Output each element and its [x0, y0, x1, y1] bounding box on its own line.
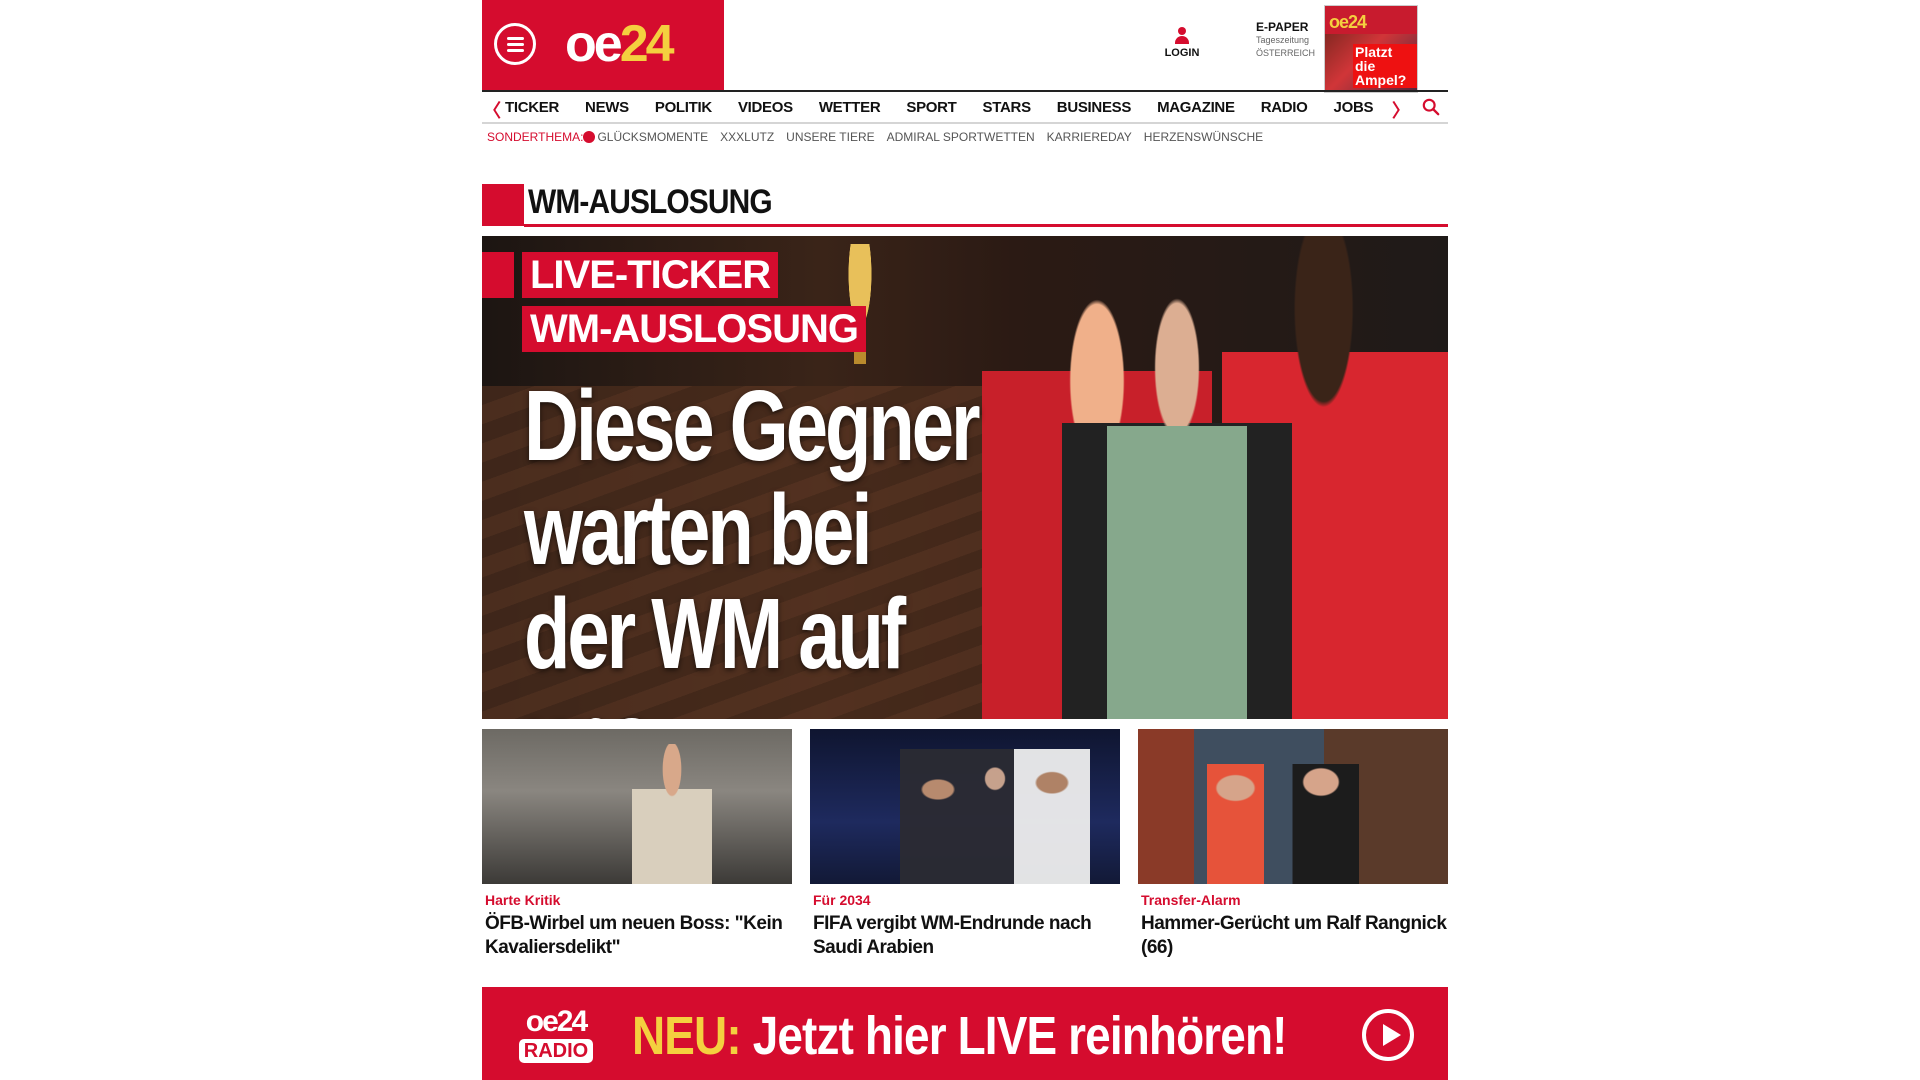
- nav-item-magazine[interactable]: MAGAZINE: [1157, 99, 1235, 116]
- nav-scroll-right-icon[interactable]: 〉: [1392, 97, 1410, 123]
- radio-logo-top: oe24: [525, 1005, 588, 1038]
- tag-marker: [482, 252, 514, 298]
- subnav: SONDERTHEMA: GLÜCKSMOMENTE XXXLUTZ UNSERE …: [487, 130, 1275, 144]
- radio-neu: NEU:: [632, 1006, 742, 1066]
- subnav-item[interactable]: GLÜCKSMOMENTE: [597, 130, 708, 144]
- hero-tag-topic: WM-AUSLOSUNG: [522, 306, 866, 352]
- play-icon[interactable]: [1362, 1009, 1414, 1061]
- article-title[interactable]: Hammer-Gerücht um Ralf Rangnick (66): [1138, 912, 1448, 960]
- hero-tag-live: LIVE-TICKER: [522, 252, 779, 298]
- subnav-item[interactable]: ADMIRAL SPORTWETTEN: [887, 130, 1035, 144]
- article-image[interactable]: [810, 729, 1120, 884]
- hero-headline-line: der WM auf uns: [524, 578, 906, 719]
- page: oe24 LOGIN E-PAPER Tageszeitung ÖSTERREI…: [482, 0, 1448, 1080]
- nav-item-radio[interactable]: RADIO: [1261, 99, 1308, 116]
- article-card[interactable]: Harte Kritik ÖFB-Wirbel um neuen Boss: "…: [482, 729, 792, 960]
- article-kicker: Für 2034: [813, 892, 871, 908]
- logo-24: 24: [619, 15, 675, 73]
- article-card[interactable]: Transfer-Alarm Hammer-Gerücht um Ralf Ra…: [1138, 729, 1448, 960]
- radio-logo-bottom: RADIO: [518, 1039, 594, 1063]
- menu-icon[interactable]: [494, 23, 536, 65]
- epaper-sub1: Tageszeitung: [1256, 35, 1310, 45]
- radio-cta-text: Jetzt hier LIVE reinhören!: [740, 1006, 1288, 1066]
- nav-item-sport[interactable]: SPORT: [906, 99, 956, 116]
- epaper-sub2: ÖSTERREICH: [1256, 48, 1316, 58]
- section-underline: [524, 224, 1448, 227]
- subnav-item[interactable]: HERZENSWÜNSCHE: [1144, 130, 1263, 144]
- epaper-link[interactable]: E-PAPER Tageszeitung ÖSTERREICH: [1256, 20, 1328, 60]
- hero-headline-line: Diese Gegner: [524, 370, 981, 482]
- article-image[interactable]: [482, 729, 792, 884]
- section-title: WM-AUSLOSUNG: [528, 183, 773, 221]
- heart-icon: [583, 131, 596, 143]
- search-icon[interactable]: [1422, 98, 1440, 116]
- section-marker: [482, 184, 524, 226]
- hero-headline: Diese Gegner warten bei der WM auf uns: [524, 374, 995, 719]
- nav-item-politik[interactable]: POLITIK: [655, 99, 712, 116]
- nav-item-news[interactable]: NEWS: [585, 99, 629, 116]
- hero-headline-line: warten bei: [524, 474, 873, 586]
- site-logo[interactable]: oe24: [565, 14, 675, 74]
- logo-box[interactable]: oe24: [482, 0, 724, 90]
- nav-item-jobs[interactable]: JOBS: [1334, 99, 1374, 116]
- subnav-item[interactable]: KARRIEREDAY: [1047, 130, 1132, 144]
- login-label: LOGIN: [1164, 47, 1200, 59]
- user-icon: [1174, 27, 1190, 47]
- subnav-item[interactable]: UNSERE TIERE: [786, 130, 874, 144]
- nav-list: TICKER NEWS POLITIK VIDEOS WETTER SPORT STARS B…: [505, 99, 1399, 116]
- subnav-items: GLÜCKSMOMENTE XXXLUTZ UNSERE TIERE ADMIRAL …: [597, 130, 1275, 144]
- nav-item-stars[interactable]: STARS: [983, 99, 1032, 116]
- subnav-label: SONDERTHEMA:: [487, 130, 584, 144]
- epaper-thumb-headline: Platzt die Ampel?: [1353, 44, 1417, 88]
- nav-scroll-left-icon[interactable]: 〈: [483, 97, 501, 123]
- epaper-thumbnail[interactable]: oe24 Platzt die Ampel?: [1324, 5, 1418, 93]
- article-kicker: Transfer-Alarm: [1141, 892, 1241, 908]
- radio-banner[interactable]: oe24 RADIO NEU: Jetzt hier LIVE reinhöre…: [482, 987, 1448, 1080]
- article-image[interactable]: [1138, 729, 1448, 884]
- article-kicker: Harte Kritik: [485, 892, 561, 908]
- login-button[interactable]: LOGIN: [1162, 27, 1202, 59]
- subnav-item[interactable]: XXXLUTZ: [720, 130, 774, 144]
- main-nav: 〈 TICKER NEWS POLITIK VIDEOS WETTER SPORT STAR…: [482, 90, 1448, 124]
- nav-item-videos[interactable]: VIDEOS: [738, 99, 793, 116]
- logo-oe: oe: [565, 15, 623, 73]
- article-card[interactable]: Für 2034 FIFA vergibt WM-Endrunde nach S…: [810, 729, 1120, 960]
- nav-item-wetter[interactable]: WETTER: [819, 99, 881, 116]
- nav-item-ticker[interactable]: TICKER: [505, 99, 559, 116]
- hero-teaser[interactable]: LIVE-TICKER WM-AUSLOSUNG Diese Gegner wa…: [482, 236, 1448, 719]
- epaper-thumb-logo: oe24: [1329, 12, 1367, 32]
- article-title[interactable]: FIFA vergibt WM-Endrunde nach Saudi Arab…: [810, 912, 1120, 960]
- radio-logo: oe24 RADIO: [510, 1007, 602, 1063]
- radio-cta: NEU: Jetzt hier LIVE reinhören!: [632, 1005, 1287, 1067]
- nav-item-business[interactable]: BUSINESS: [1057, 99, 1132, 116]
- epaper-title: E-PAPER: [1256, 20, 1309, 34]
- article-title[interactable]: ÖFB-Wirbel um neuen Boss: "Kein Kavalier…: [482, 912, 792, 960]
